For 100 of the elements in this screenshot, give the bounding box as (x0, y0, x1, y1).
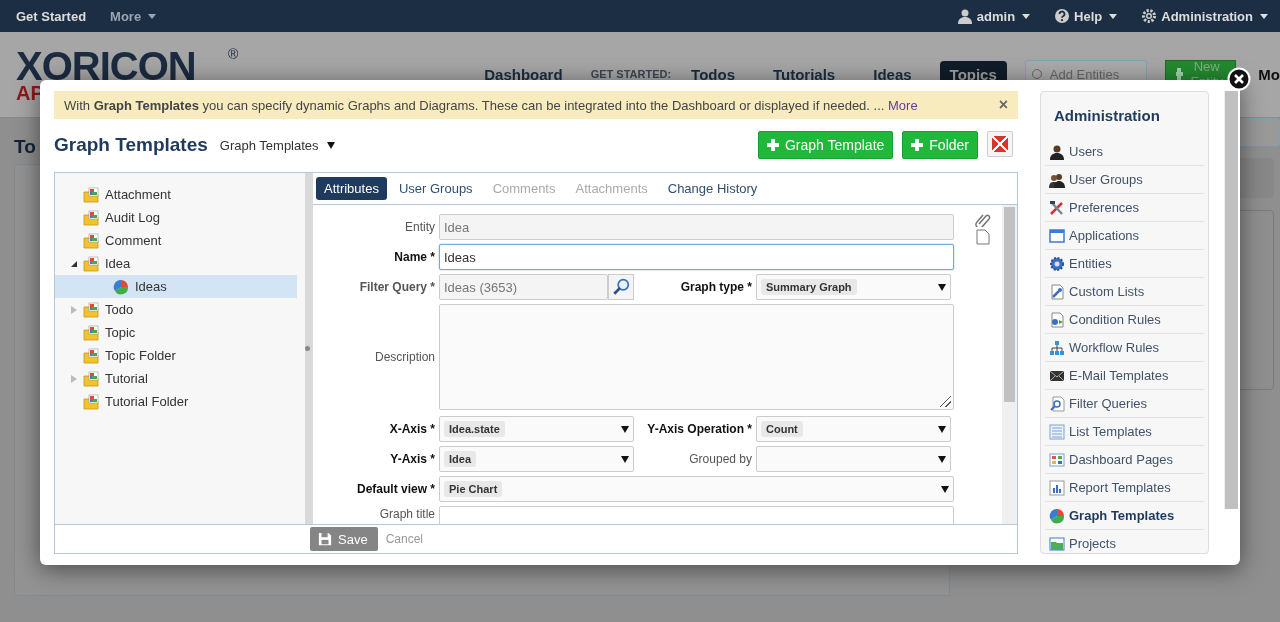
caret-icon (938, 283, 946, 291)
admin-menu-item[interactable]: List Templates (1045, 418, 1204, 446)
paperclip-icon[interactable] (975, 211, 992, 227)
tree-item[interactable]: Audit Log (55, 206, 297, 229)
plus-icon (1175, 68, 1183, 80)
document-icon (1049, 311, 1065, 328)
selected-chip: Count (761, 421, 803, 437)
menu-link[interactable]: Help (1054, 8, 1118, 24)
admin-menu-item[interactable]: Entities (1045, 250, 1204, 278)
tree-item[interactable]: Topic (55, 321, 297, 344)
admin-menu-item[interactable]: Graph Templates (1045, 502, 1204, 530)
tools-icon (1049, 199, 1065, 216)
grip-icon (305, 346, 310, 351)
user-icon (1049, 143, 1065, 160)
users-icon (1049, 171, 1065, 188)
field-label: Entity (404, 219, 436, 236)
tab[interactable]: Change History (659, 177, 766, 200)
caret-icon (940, 485, 949, 493)
document-icon[interactable] (975, 229, 992, 245)
field-label: Y-Axis Operation * (646, 421, 753, 438)
dropdown[interactable]: Count (756, 416, 951, 442)
header-menu-link[interactable]: Mo (1258, 65, 1280, 83)
folder-chart-icon (83, 393, 99, 410)
dropdown[interactable]: Pie Chart (439, 476, 954, 502)
field-label: Graph title (378, 506, 436, 522)
admin-menu-item[interactable]: Projects (1045, 530, 1204, 553)
search-button[interactable] (608, 274, 634, 300)
folder-chart-icon (83, 370, 99, 387)
tab[interactable]: User Groups (390, 177, 481, 200)
panel-title: Administration (1053, 106, 1161, 126)
save-button[interactable]: Save (310, 527, 378, 551)
scrollbar[interactable] (1224, 91, 1238, 509)
text-field[interactable]: Ideas (439, 244, 954, 270)
caret-icon (621, 425, 629, 433)
admin-menu-item[interactable]: Custom Lists (1045, 278, 1204, 306)
delete-button[interactable] (987, 131, 1013, 157)
tree-item[interactable]: Todo (55, 298, 297, 321)
view-dropdown[interactable]: Graph Templates (219, 137, 335, 153)
admin-menu-item[interactable]: Condition Rules (1045, 306, 1204, 334)
folder-chart-icon (83, 209, 99, 226)
admin-menu-item[interactable]: Users (1045, 138, 1204, 166)
field-label: Default view * (355, 481, 436, 498)
dropdown[interactable]: Idea (439, 446, 634, 472)
admin-menu-item[interactable]: Report Templates (1045, 474, 1204, 502)
dropdown[interactable]: Summary Graph (756, 274, 951, 300)
tree-item[interactable]: Topic Folder (55, 344, 297, 367)
tree-item[interactable]: Ideas (55, 275, 297, 298)
nav-link[interactable]: More (110, 8, 157, 24)
text-field[interactable]: Idea (439, 214, 954, 240)
logo-text: XORICON (16, 46, 196, 86)
caret-icon (938, 425, 946, 433)
close-button[interactable] (1227, 67, 1251, 91)
more-link[interactable]: More (888, 97, 918, 113)
dialog-title: Graph Templates (54, 134, 208, 156)
admin-menu-item[interactable]: Preferences (1045, 194, 1204, 222)
folder-chart-icon (83, 301, 99, 318)
menu-link[interactable]: Administration (1141, 8, 1268, 24)
dropdown[interactable] (756, 446, 951, 472)
help-icon (1054, 8, 1071, 24)
dropdown[interactable]: Idea.state (439, 416, 634, 442)
expand-icon[interactable] (71, 305, 77, 314)
tree-item[interactable]: Tutorial (55, 367, 297, 390)
expand-icon[interactable] (71, 374, 77, 383)
collapse-icon[interactable] (71, 260, 77, 267)
admin-menu-item[interactable]: User Groups (1045, 166, 1204, 194)
admin-menu-item[interactable]: E-Mail Templates (1045, 362, 1204, 390)
admin-menu-item[interactable]: Dashboard Pages (1045, 446, 1204, 474)
scrollbar[interactable] (1002, 205, 1017, 524)
tab[interactable]: Attributes (316, 177, 387, 200)
pie-chart-icon (113, 278, 129, 295)
caret-icon (326, 141, 335, 149)
folder-chart-icon (83, 324, 99, 341)
field-label: Description (373, 349, 436, 366)
menu-link[interactable]: admin (956, 8, 1031, 24)
splitter[interactable] (305, 173, 313, 524)
selected-chip: Idea.state (444, 421, 505, 437)
admin-menu-item[interactable]: Applications (1045, 222, 1204, 250)
field-label: Grouped by (688, 451, 753, 468)
selected-chip: Idea (444, 451, 476, 467)
selected-chip: Summary Graph (761, 279, 857, 295)
user-icon (956, 8, 973, 24)
list-icon (1049, 423, 1065, 440)
close-button[interactable]: × (998, 96, 1008, 114)
pie-chart-icon (1049, 507, 1065, 524)
wrench-icon (1049, 283, 1065, 300)
lookup-field[interactable]: Ideas (3653) (439, 274, 608, 300)
tree-item[interactable]: Comment (55, 229, 297, 252)
bar-chart-icon (1049, 479, 1065, 496)
field-label: Name * (393, 249, 436, 266)
tree-item[interactable]: Idea (55, 252, 297, 275)
caret-icon (621, 455, 629, 463)
page-title: To (14, 135, 36, 159)
admin-menu-item[interactable]: Workflow Rules (1045, 334, 1204, 362)
folder-chart-icon (83, 232, 99, 249)
tree-item[interactable]: Tutorial Folder (55, 390, 297, 413)
tree-item[interactable]: Attachment (55, 183, 297, 206)
admin-menu-item[interactable]: Filter Queries (1045, 390, 1204, 418)
selected-chip: Pie Chart (444, 481, 503, 497)
nav-link[interactable]: Get Started (16, 8, 87, 24)
folder-chart-icon (83, 186, 99, 203)
